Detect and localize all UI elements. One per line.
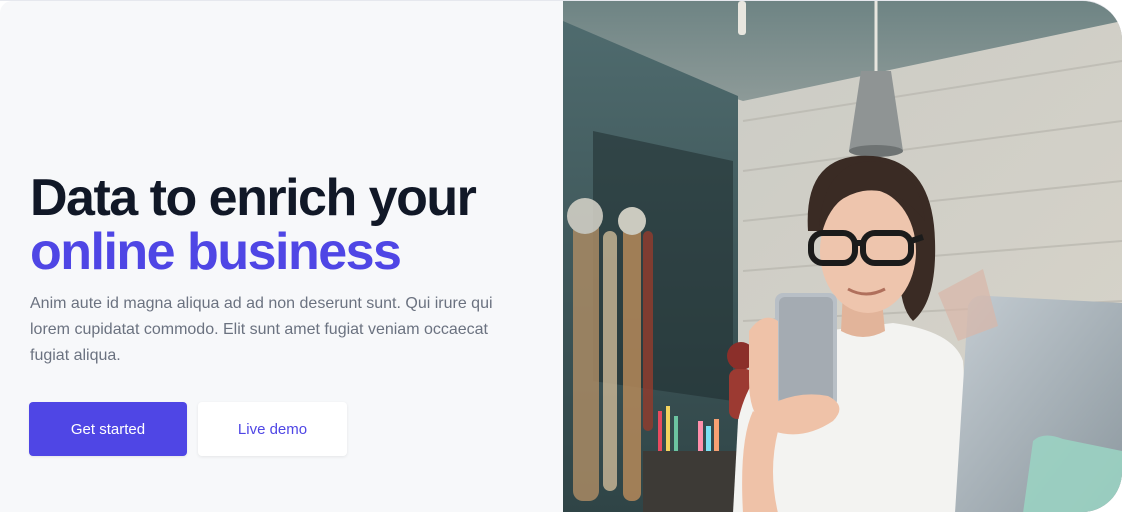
headline-primary-text: Data to enrich your <box>30 169 477 227</box>
hero-content-panel: Data to enrich your online business Anim… <box>0 1 563 512</box>
hero-photo <box>563 1 1122 512</box>
headline-accent-text: online business <box>30 223 402 281</box>
hero-headline: Data to enrich your online business <box>30 169 477 281</box>
hero-section: Data to enrich your online business Anim… <box>0 0 1122 512</box>
hero-description: Anim aute id magna aliqua ad ad non dese… <box>30 295 493 364</box>
get-started-button[interactable]: Get started <box>29 402 187 456</box>
live-demo-button[interactable]: Live demo <box>198 402 347 456</box>
